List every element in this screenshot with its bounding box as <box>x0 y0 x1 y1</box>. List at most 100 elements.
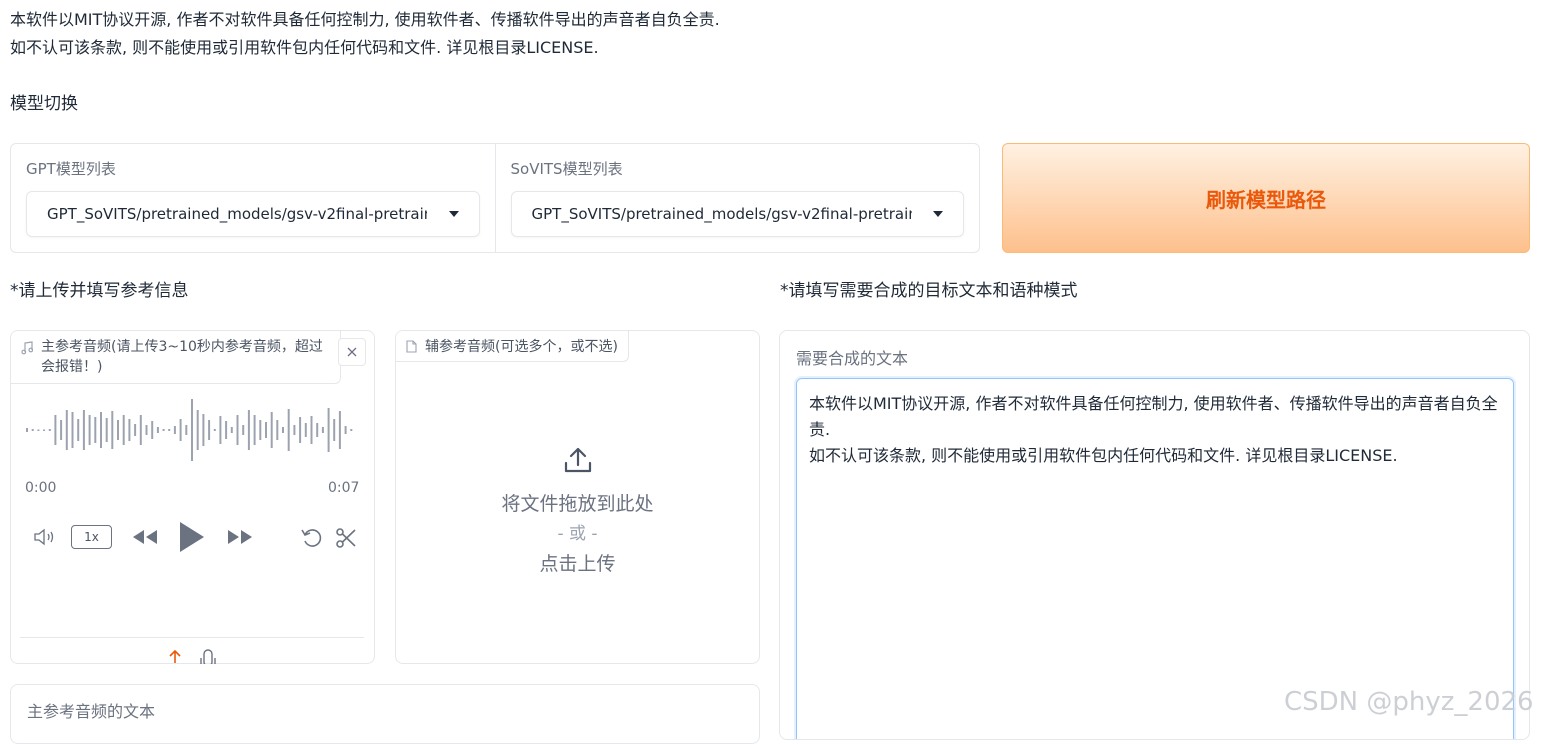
waveform-bar <box>48 429 51 431</box>
waveform-bar <box>139 415 142 445</box>
waveform-bar <box>270 412 273 448</box>
waveform-bar <box>173 426 176 434</box>
sovits-model-title: SoVITS模型列表 <box>510 160 623 178</box>
sovits-model-dropdown[interactable]: GPT_SoVITS/pretrained_models/gsv-v2final… <box>510 191 964 237</box>
waveform-bar <box>242 425 245 435</box>
sovits-model-column: SoVITS模型列表 GPT_SoVITS/pretrained_models/… <box>494 144 980 252</box>
waveform-bar <box>156 427 159 433</box>
waveform-bar <box>31 429 34 431</box>
waveform-bar <box>26 428 28 432</box>
refresh-model-path-button[interactable]: 刷新模型路径 <box>1002 143 1530 253</box>
waveform-bar <box>128 419 131 441</box>
waveform-bar <box>276 420 279 440</box>
waveform-bar <box>111 411 114 449</box>
waveform-bar <box>117 420 119 440</box>
aux-reference-audio-label: 辅参考音频(可选多个，或不选) <box>396 331 629 362</box>
click-upload-text: 点击上传 <box>539 553 616 575</box>
waveform-bar <box>105 418 108 442</box>
waveform-bar <box>191 399 193 461</box>
waveform-bar <box>60 420 63 440</box>
scissors-icon <box>336 528 356 548</box>
model-switch-label: 模型切换 <box>10 94 78 114</box>
file-icon <box>406 340 417 353</box>
disclaimer-line-2: 如不认可该条款, 则不能使用或引用软件包内任何代码和文件. 详见根目录LICEN… <box>10 38 599 57</box>
reset-button[interactable] <box>299 525 325 551</box>
microphone-icon <box>200 649 216 664</box>
waveform-bar <box>219 416 222 444</box>
upload-tab[interactable] <box>166 649 184 664</box>
close-icon <box>347 347 357 357</box>
waveform-bar <box>71 412 74 448</box>
audio-waveform[interactable] <box>25 395 355 465</box>
waveform-bar <box>265 422 267 438</box>
waveform-bar <box>134 424 137 436</box>
fast-forward-icon <box>228 530 252 544</box>
main-reference-text-card: 主参考音频的文本 <box>10 684 760 744</box>
main-reference-audio-title: 主参考音频(请上传3~10秒内参考音频，超过会报错！) <box>41 339 323 375</box>
volume-button[interactable] <box>32 526 60 548</box>
rewind-button[interactable] <box>130 526 160 548</box>
upload-icon <box>564 447 591 473</box>
aux-audio-upload-dropzone[interactable]: 将文件拖放到此处 - 或 - 点击上传 <box>396 362 759 662</box>
fast-forward-button[interactable] <box>225 526 255 548</box>
waveform-bar <box>202 414 205 446</box>
waveform-bar <box>208 420 211 440</box>
waveform-bar <box>145 425 148 435</box>
main-reference-audio-card: 主参考音频(请上传3~10秒内参考音频，超过会报错！) <box>10 330 375 664</box>
aux-reference-audio-title: 辅参考音频(可选多个，或不选) <box>425 339 618 355</box>
drop-file-text: 将文件拖放到此处 <box>501 493 654 515</box>
waveform-bar <box>327 408 330 452</box>
or-divider-text: - 或 - <box>557 524 598 544</box>
waveform-bar <box>168 429 171 431</box>
gpt-model-dropdown[interactable]: GPT_SoVITS/pretrained_models/gsv-v2final… <box>26 191 480 237</box>
total-duration: 0:07 <box>328 480 360 496</box>
waveform-bar <box>282 427 284 433</box>
license-disclaimer: 本软件以MIT协议开源, 作者不对软件具备任何控制力, 使用软件者、传播软件导出… <box>10 6 720 62</box>
waveform-bar <box>321 427 324 433</box>
waveform-bar <box>88 415 91 445</box>
waveform-bar <box>316 423 319 437</box>
waveform-bar <box>43 429 46 431</box>
waveform-bar <box>350 429 353 431</box>
music-note-icon <box>21 341 33 355</box>
waveform-bar <box>77 419 80 441</box>
gpt-model-title: GPT模型列表 <box>26 160 116 178</box>
waveform-bar <box>179 419 182 441</box>
waveform-bar <box>162 429 165 431</box>
waveform-bar <box>54 415 57 445</box>
target-text-input[interactable]: 本软件以MIT协议开源, 作者不对软件具备任何控制力, 使用软件者、传播软件导出… <box>796 378 1514 739</box>
waveform-bar <box>94 417 97 443</box>
model-select-panel: GPT模型列表 GPT_SoVITS/pretrained_models/gsv… <box>10 143 980 253</box>
waveform-bar <box>82 410 85 450</box>
record-tab[interactable] <box>198 649 218 664</box>
target-section-label: *请填写需要合成的目标文本和语种模式 <box>780 281 1078 301</box>
waveform-bar <box>196 410 199 450</box>
chevron-down-icon <box>448 211 459 217</box>
target-text-title: 需要合成的文本 <box>796 349 909 368</box>
upload-arrow-icon <box>169 649 181 663</box>
chevron-down-icon <box>933 211 943 217</box>
playback-speed-button[interactable]: 1x <box>71 525 112 549</box>
waveform-bar <box>333 419 336 441</box>
volume-icon <box>34 528 54 546</box>
waveform-bar <box>236 415 239 445</box>
waveform-bar <box>338 411 341 449</box>
audio-divider <box>20 637 364 638</box>
current-time: 0:00 <box>25 480 57 496</box>
waveform-bar <box>100 412 102 448</box>
waveform-bar <box>310 416 313 444</box>
waveform-bar <box>37 429 40 431</box>
waveform-bar <box>230 427 233 433</box>
waveform-bar <box>253 415 256 445</box>
clear-audio-button[interactable] <box>338 338 366 366</box>
trim-button[interactable] <box>333 525 359 551</box>
gpt-model-value: GPT_SoVITS/pretrained_models/gsv-v2final… <box>47 205 427 223</box>
play-button[interactable] <box>175 518 207 556</box>
main-reference-text-title: 主参考音频的文本 <box>27 702 156 721</box>
waveform-bar <box>287 409 290 451</box>
csdn-watermark: CSDN @phyz_2026 <box>1284 687 1534 717</box>
main-reference-audio-label: 主参考音频(请上传3~10秒内参考音频，超过会报错！) <box>11 331 341 384</box>
sovits-model-value: GPT_SoVITS/pretrained_models/gsv-v2final… <box>531 205 912 223</box>
waveform-bar <box>304 423 307 437</box>
undo-icon <box>301 529 322 547</box>
